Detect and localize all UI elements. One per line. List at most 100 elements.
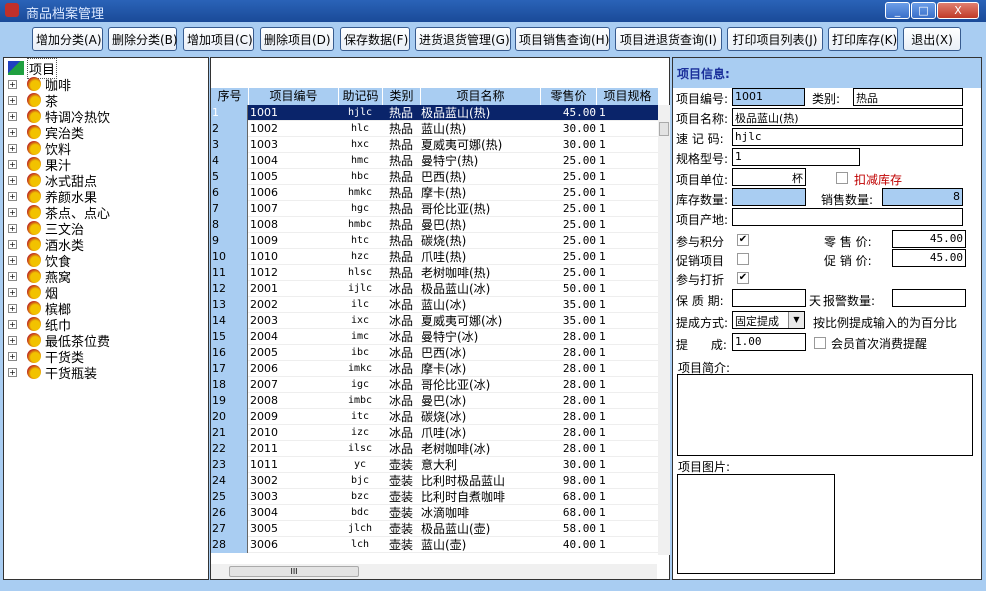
member-remind-checkbox[interactable] — [814, 337, 826, 349]
expand-icon[interactable]: + — [8, 223, 17, 233]
intro-textarea[interactable] — [677, 374, 973, 456]
table-row[interactable]: 11 1012 hlsc 热品 老树咖啡(热) 25.00 1 — [211, 265, 659, 281]
type-field[interactable]: 热品 — [853, 88, 963, 106]
sales-query-button[interactable]: 项目销售查询(H) — [515, 27, 610, 51]
table-row[interactable]: 6 1006 hmkc 热品 摩卡(热) 25.00 1 — [211, 185, 659, 201]
commission-mode-select[interactable]: 固定提成 ▼ — [732, 311, 805, 329]
minimize-button[interactable]: _ — [885, 2, 910, 19]
table-row[interactable]: 7 1007 hgc 热品 哥伦比亚(热) 25.00 1 — [211, 201, 659, 217]
deduct-stock-checkbox[interactable] — [836, 172, 848, 184]
expand-icon[interactable]: + — [8, 79, 17, 89]
expand-icon[interactable]: + — [8, 127, 17, 137]
expand-icon[interactable]: + — [8, 191, 17, 201]
table-row[interactable]: 23 1011 yc 壶装 意大利 30.00 1 — [211, 457, 659, 473]
table-row[interactable]: 22 2011 ilsc 冰品 老树咖啡(冰) 28.00 1 — [211, 441, 659, 457]
table-row[interactable]: 17 2006 imkc 冰品 摩卡(冰) 28.00 1 — [211, 361, 659, 377]
expand-icon[interactable]: + — [8, 239, 17, 249]
expand-icon[interactable]: + — [8, 367, 17, 377]
table-row[interactable]: 14 2003 ixc 冰品 夏威夷可娜(冰) 35.00 1 — [211, 313, 659, 329]
cell-type: 冰品 — [388, 378, 413, 392]
commission-field[interactable]: 1.00 — [732, 333, 806, 351]
item-image-box[interactable] — [677, 474, 835, 574]
expand-icon[interactable]: + — [8, 175, 17, 185]
retail-price-field[interactable]: 45.00 — [892, 230, 966, 248]
table-row[interactable]: 13 2002 ilc 冰品 蓝山(冰) 35.00 1 — [211, 297, 659, 313]
table-row[interactable]: 25 3003 bzc 壶装 比利时自煮咖啡 68.00 1 — [211, 489, 659, 505]
table-row[interactable]: 12 2001 ijlc 冰品 极品蓝山(冰) 50.00 1 — [211, 281, 659, 297]
maximize-button[interactable]: □ — [911, 2, 936, 19]
table-row[interactable]: 5 1005 hbc 热品 巴西(热) 25.00 1 — [211, 169, 659, 185]
expand-icon[interactable]: + — [8, 159, 17, 169]
col-header-type[interactable]: 类别 — [383, 88, 421, 105]
expand-icon[interactable]: + — [8, 255, 17, 265]
delete-category-button[interactable]: 删除分类(B) — [108, 27, 178, 51]
col-header-code[interactable]: 项目编号 — [249, 88, 339, 105]
exit-button[interactable]: 退出(X) — [903, 27, 961, 51]
table-row[interactable]: 8 1008 hmbc 热品 曼巴(热) 25.00 1 — [211, 217, 659, 233]
expand-icon[interactable]: + — [8, 287, 17, 297]
tree-item[interactable]: + 咖啡 — [8, 76, 71, 94]
stock-field[interactable] — [732, 188, 806, 206]
table-row[interactable]: 10 1010 hzc 热品 爪哇(热) 25.00 1 — [211, 249, 659, 265]
origin-field[interactable] — [732, 208, 963, 226]
col-header-spec[interactable]: 项目规格 — [597, 88, 659, 105]
table-row[interactable]: 9 1009 htc 热品 碳烧(热) 25.00 1 — [211, 233, 659, 249]
table-row[interactable]: 4 1004 hmc 热品 曼特宁(热) 25.00 1 — [211, 153, 659, 169]
add-item-button[interactable]: 增加项目(C) — [183, 27, 254, 51]
table-row[interactable]: 20 2009 itc 冰品 碳烧(冰) 28.00 1 — [211, 409, 659, 425]
code-field[interactable]: 1001 — [732, 88, 805, 106]
expand-icon[interactable]: + — [8, 335, 17, 345]
tree-item[interactable]: + 干货瓶装 — [8, 364, 97, 382]
table-row[interactable]: 2 1002 hlc 热品 蓝山(热) 30.00 1 — [211, 121, 659, 137]
promo-price-field[interactable]: 45.00 — [892, 249, 966, 267]
print-stock-button[interactable]: 打印库存(K) — [828, 27, 898, 51]
expand-icon[interactable]: + — [8, 351, 17, 361]
vertical-scroll-thumb[interactable] — [659, 122, 669, 136]
table-row[interactable]: 21 2010 izc 冰品 爪哇(冰) 28.00 1 — [211, 425, 659, 441]
expand-icon[interactable]: + — [8, 95, 17, 105]
mnemonic-field[interactable]: hjlc — [732, 128, 963, 146]
shelf-life-field[interactable] — [732, 289, 806, 307]
expand-icon[interactable]: + — [8, 303, 17, 313]
purchase-return-button[interactable]: 进货退货管理(G) — [415, 27, 511, 51]
points-checkbox[interactable]: ✔ — [737, 234, 749, 246]
table-row[interactable]: 27 3005 jlch 壶装 极品蓝山(壶) 58.00 1 — [211, 521, 659, 537]
vertical-scrollbar[interactable] — [658, 105, 670, 555]
expand-icon[interactable]: + — [8, 111, 17, 121]
name-field[interactable]: 极品蓝山(热) — [732, 108, 963, 126]
expand-icon[interactable]: + — [8, 207, 17, 217]
table-row[interactable]: 16 2005 ibc 冰品 巴西(冰) 28.00 1 — [211, 345, 659, 361]
expand-icon[interactable]: + — [8, 143, 17, 153]
chevron-down-icon[interactable]: ▼ — [788, 312, 804, 328]
table-row[interactable]: 3 1003 hxc 热品 夏威夷可娜(热) 30.00 1 — [211, 137, 659, 153]
col-header-mnemonic[interactable]: 助记码 — [339, 88, 383, 105]
promo-label: 促销项目 — [676, 254, 725, 268]
alarm-field[interactable] — [892, 289, 966, 307]
horizontal-scroll-thumb[interactable]: III — [229, 566, 359, 577]
promo-checkbox[interactable] — [737, 253, 749, 265]
unit-field[interactable]: 杯 — [732, 168, 806, 186]
col-header-price[interactable]: 零售价 — [541, 88, 597, 105]
delete-item-button[interactable]: 删除项目(D) — [260, 27, 334, 51]
table-row[interactable]: 24 3002 bjc 壶装 比利时极品蓝山 98.00 1 — [211, 473, 659, 489]
table-row[interactable]: 18 2007 igc 冰品 哥伦比亚(冰) 28.00 1 — [211, 377, 659, 393]
expand-icon[interactable]: + — [8, 319, 17, 329]
purchase-query-button[interactable]: 项目进退货查询(I) — [615, 27, 722, 51]
spec-field[interactable]: 1 — [732, 148, 860, 166]
discount-checkbox[interactable]: ✔ — [737, 272, 749, 284]
expand-icon[interactable]: + — [8, 271, 17, 281]
table-row[interactable]: 28 3006 lch 壶装 蓝山(壶) 40.00 1 — [211, 537, 659, 553]
table-row[interactable]: 15 2004 imc 冰品 曼特宁(冰) 28.00 1 — [211, 329, 659, 345]
print-list-button[interactable]: 打印项目列表(J) — [727, 27, 823, 51]
tree-item[interactable]: + 燕窝 — [8, 268, 71, 286]
col-header-name[interactable]: 项目名称 — [421, 88, 541, 105]
table-row[interactable]: 26 3004 bdc 壶装 冰滴咖啡 68.00 1 — [211, 505, 659, 521]
save-data-button[interactable]: 保存数据(F) — [340, 27, 410, 51]
table-row[interactable]: 1 1001 hjlc 热品 极品蓝山(热) 45.00 1 — [211, 105, 659, 121]
table-row[interactable]: 19 2008 imbc 冰品 曼巴(冰) 28.00 1 — [211, 393, 659, 409]
add-category-button[interactable]: 增加分类(A) — [32, 27, 103, 51]
close-button[interactable]: X — [937, 2, 979, 19]
horizontal-scrollbar[interactable]: III — [211, 564, 657, 579]
col-header-index[interactable]: 序号 — [211, 88, 249, 105]
sold-field[interactable]: 8 — [882, 188, 963, 206]
